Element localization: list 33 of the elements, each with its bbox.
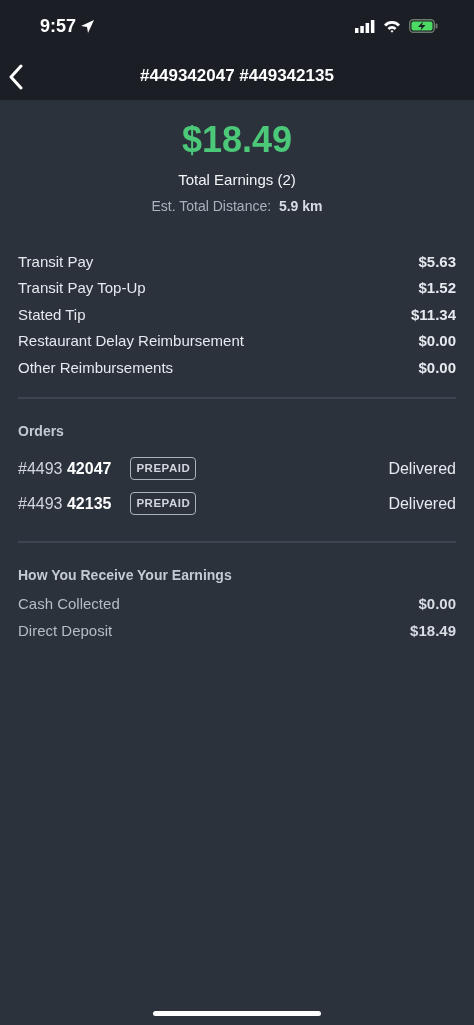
order-status: Delivered: [388, 458, 456, 479]
earning-amount: $0.00: [418, 331, 456, 352]
earning-amount: $0.00: [418, 357, 456, 378]
section-heading: Orders: [18, 423, 64, 440]
payment-amount: $0.00: [418, 594, 456, 615]
earning-label: Transit Pay: [18, 251, 94, 272]
payment-amount: $18.49: [410, 620, 456, 641]
earning-label: Transit Pay Top-Up: [18, 278, 146, 299]
earning-amount: $1.52: [418, 278, 456, 299]
order-status: Delivered: [388, 493, 456, 514]
distance-label: Est. Total Distance:: [151, 197, 272, 214]
status-time: 9:57: [40, 14, 77, 38]
payment-tag: PREPAID: [130, 456, 197, 481]
earning-label: Other Reimbursements: [18, 357, 174, 378]
payment-method-label: Direct Deposit: [18, 620, 113, 641]
back-button[interactable]: [8, 64, 24, 90]
order-number: #4493 42047: [18, 458, 112, 479]
total-earnings-label: Total Earnings (2): [178, 170, 296, 188]
distance-value: 5.9 km: [278, 197, 323, 214]
earning-label: Stated Tip: [18, 304, 86, 325]
payment-method-label: Cash Collected: [18, 594, 120, 615]
payment-tag: PREPAID: [130, 491, 197, 516]
wifi-icon: [383, 19, 401, 33]
battery-charging-icon: [409, 19, 438, 33]
header-title: #449342047 #449342135: [140, 65, 334, 88]
earning-amount: $11.34: [410, 304, 456, 325]
earning-amount: $5.63: [418, 251, 456, 272]
signal-icon: [355, 19, 375, 33]
order-number: #4493 42135: [18, 493, 112, 514]
section-heading: How You Receive Your Earnings: [18, 567, 232, 584]
earning-label: Restaurant Delay Reimbursement: [18, 331, 244, 352]
location-arrow-icon: [80, 18, 96, 34]
total-amount: $18.49: [180, 120, 294, 160]
